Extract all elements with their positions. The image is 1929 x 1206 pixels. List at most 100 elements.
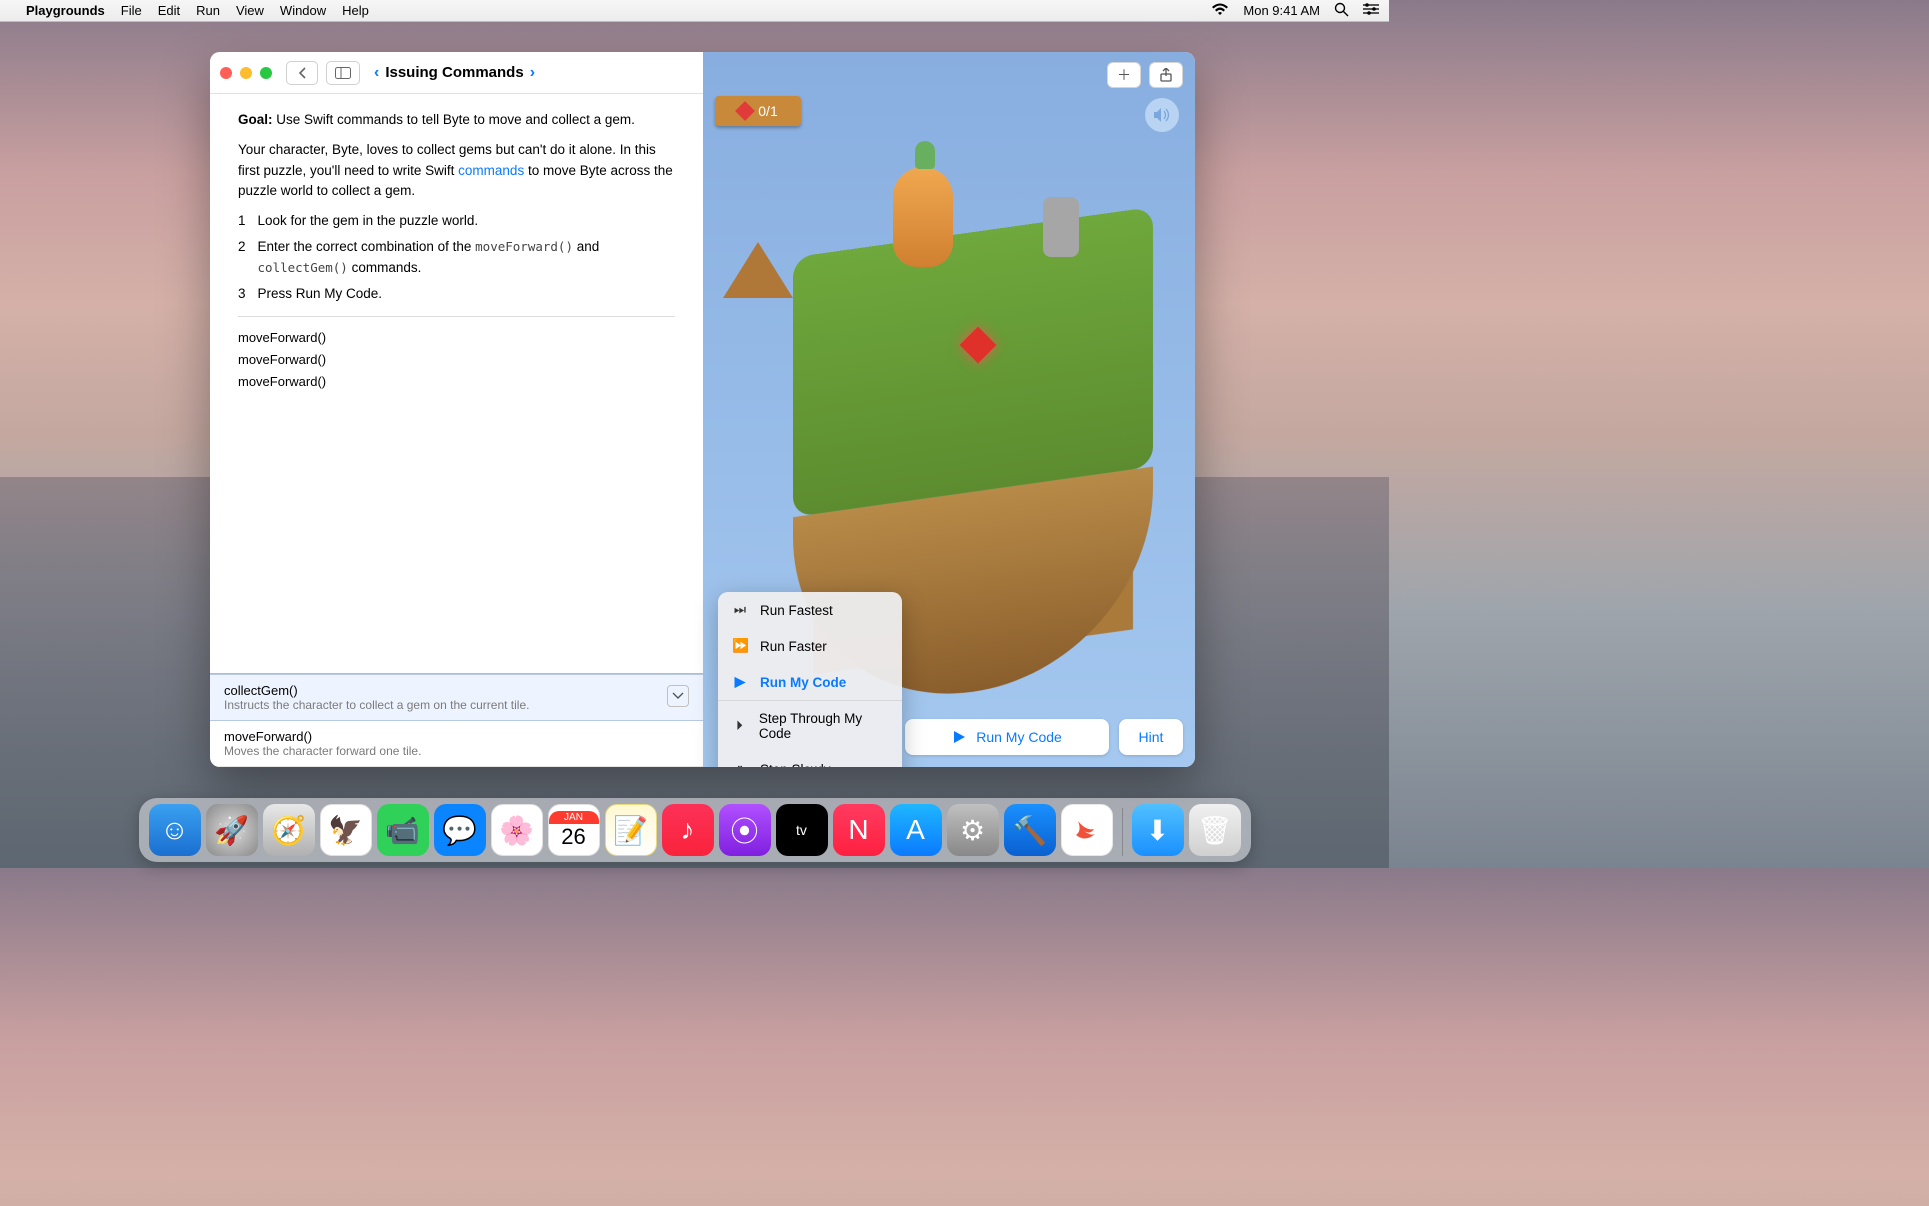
tv-label: tv	[796, 822, 807, 838]
gem-icon	[735, 101, 755, 121]
fast-forward-icon: ⏩	[732, 638, 748, 654]
code-collectgem: collectGem()	[258, 260, 348, 275]
goal-text: Use Swift commands to tell Byte to move …	[273, 112, 635, 127]
dock-finder[interactable]: ☺	[149, 804, 201, 856]
code-moveforward: moveForward()	[475, 239, 573, 254]
chevron-right-icon: ›	[530, 64, 535, 82]
dock-messages[interactable]: 💬	[434, 804, 486, 856]
goal-label: Goal:	[238, 112, 273, 127]
commands-link[interactable]: commands	[458, 163, 524, 178]
step-number: 1	[238, 211, 246, 231]
dock-tv[interactable]: tv	[776, 804, 828, 856]
play-icon	[952, 730, 966, 744]
gem-counter: 0/1	[715, 96, 801, 126]
run-my-code-button[interactable]: Run My Code	[905, 719, 1109, 755]
dock-mail[interactable]: 🦅	[320, 804, 372, 856]
dock-settings[interactable]: ⚙	[947, 804, 999, 856]
step-slowly[interactable]: ⏸ Step Slowly	[718, 751, 902, 767]
add-button[interactable]: ＋	[1107, 62, 1141, 88]
suggestion-name: collectGem()	[224, 683, 689, 698]
fast-forward-max-icon: ⏭	[732, 602, 748, 618]
run-faster[interactable]: ⏩ Run Faster	[718, 628, 902, 664]
menu-app[interactable]: Playgrounds	[26, 3, 105, 18]
dock-downloads[interactable]: ⬇	[1132, 804, 1184, 856]
step-through-label: Step Through My Code	[759, 711, 888, 741]
calendar-month: JAN	[549, 811, 599, 824]
sidebar-toggle-button[interactable]	[326, 61, 360, 85]
dock-trash[interactable]: 🗑	[1189, 804, 1241, 856]
dock-news[interactable]: N	[833, 804, 885, 856]
spotlight-icon[interactable]	[1334, 2, 1349, 20]
hint-button[interactable]: Hint	[1119, 719, 1183, 755]
run-fastest-label: Run Fastest	[760, 603, 833, 618]
run-speed-menu: ⏭ Run Fastest ⏩ Run Faster ▶ Run My Code…	[718, 592, 902, 767]
step-slow-icon: ⏸	[732, 761, 748, 767]
gem-count-text: 0/1	[758, 103, 777, 119]
close-window[interactable]	[220, 67, 232, 79]
suggestion-expand-button[interactable]	[667, 685, 689, 707]
step2-mid: and	[573, 239, 599, 254]
step-icon: ⏵	[732, 718, 747, 734]
suggestion-desc: Moves the character forward one tile.	[224, 744, 689, 758]
run-button-label: Run My Code	[976, 729, 1062, 745]
menubar-clock[interactable]: Mon 9:41 AM	[1243, 3, 1320, 18]
step-through[interactable]: ⏵ Step Through My Code	[718, 701, 902, 751]
code-editor[interactable]: moveForward() moveForward() moveForward(…	[238, 327, 675, 393]
dock-music[interactable]: ♪	[662, 804, 714, 856]
code-line[interactable]: moveForward()	[238, 327, 675, 349]
nav-back-button[interactable]	[286, 61, 318, 85]
suggestion-desc: Instructs the character to collect a gem…	[224, 698, 689, 712]
lesson-title-nav[interactable]: ‹ Issuing Commands ›	[374, 64, 535, 82]
dock-launchpad[interactable]: 🚀	[206, 804, 258, 856]
menu-file[interactable]: File	[121, 3, 142, 18]
playgrounds-window: ‹ Issuing Commands › Goal: Use Swift com…	[210, 52, 1195, 767]
dock-safari[interactable]: 🧭	[263, 804, 315, 856]
step2-pre: Enter the correct combination of the	[258, 239, 476, 254]
dock-notes[interactable]: 📝	[605, 804, 657, 856]
step-slowly-label: Step Slowly	[760, 762, 831, 768]
code-line[interactable]: moveForward()	[238, 349, 675, 371]
suggestion-name: moveForward()	[224, 729, 689, 744]
menu-edit[interactable]: Edit	[158, 3, 180, 18]
scene-rock	[723, 242, 793, 312]
suggestion-moveforward[interactable]: moveForward() Moves the character forwar…	[210, 721, 703, 767]
run-fastest[interactable]: ⏭ Run Fastest	[718, 592, 902, 628]
run-my-code[interactable]: ▶ Run My Code	[718, 664, 902, 700]
intro-paragraph: Your character, Byte, loves to collect g…	[238, 140, 675, 201]
code-suggestions: collectGem() Instructs the character to …	[210, 673, 703, 767]
share-button[interactable]	[1149, 62, 1183, 88]
step-3: Press Run My Code.	[258, 284, 383, 304]
run-my-code-label: Run My Code	[760, 675, 846, 690]
dock: ☺ 🚀 🧭 🦅 📹 💬 🌸 JAN 26 📝 ♪ ⦿ tv N A ⚙ 🔨 ⬇ …	[139, 798, 1251, 862]
dock-photos[interactable]: 🌸	[491, 804, 543, 856]
menubar: Playgrounds File Edit Run View Window He…	[0, 0, 1389, 22]
zoom-window[interactable]	[260, 67, 272, 79]
menu-help[interactable]: Help	[342, 3, 369, 18]
wifi-icon[interactable]	[1211, 3, 1229, 19]
code-line[interactable]: moveForward()	[238, 371, 675, 393]
window-controls	[220, 67, 272, 79]
control-center-icon[interactable]	[1363, 3, 1379, 18]
menu-run[interactable]: Run	[196, 3, 220, 18]
chevron-left-icon: ‹	[374, 64, 379, 82]
dock-podcasts[interactable]: ⦿	[719, 804, 771, 856]
dock-xy[interactable]: 🔨	[1004, 804, 1056, 856]
dock-playgrounds[interactable]	[1061, 804, 1113, 856]
dock-facetime[interactable]: 📹	[377, 804, 429, 856]
minimize-window[interactable]	[240, 67, 252, 79]
scene-pillar	[1043, 197, 1079, 257]
window-toolbar: ‹ Issuing Commands ›	[210, 52, 703, 94]
step2-post: commands.	[348, 260, 422, 275]
suggestion-collectgem[interactable]: collectGem() Instructs the character to …	[210, 674, 703, 721]
run-faster-label: Run Faster	[760, 639, 827, 654]
dock-separator	[1122, 808, 1123, 856]
editor-pane: ‹ Issuing Commands › Goal: Use Swift com…	[210, 52, 703, 767]
lesson-content: Goal: Use Swift commands to tell Byte to…	[210, 94, 703, 409]
dock-appstore[interactable]: A	[890, 804, 942, 856]
dock-calendar[interactable]: JAN 26	[548, 804, 600, 856]
menu-view[interactable]: View	[236, 3, 264, 18]
step-2: Enter the correct combination of the mov…	[258, 237, 675, 278]
menu-window[interactable]: Window	[280, 3, 326, 18]
play-icon: ▶	[732, 674, 748, 690]
sound-toggle[interactable]	[1145, 98, 1179, 132]
